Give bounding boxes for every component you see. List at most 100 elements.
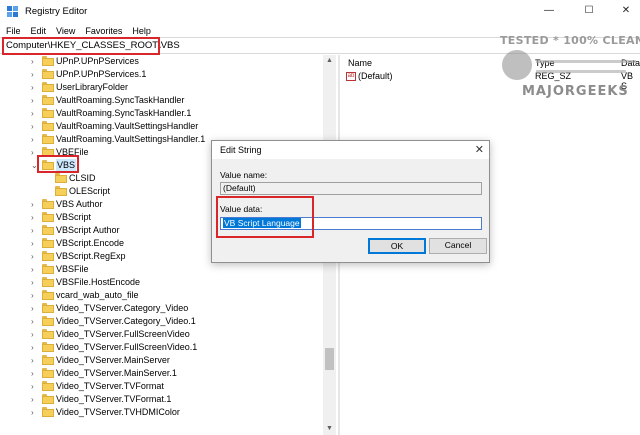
folder-icon [42,303,54,313]
expand-arrow-icon[interactable]: › [31,211,34,224]
expand-arrow-icon[interactable]: › [31,393,34,406]
tree-item-label: Video_TVServer.MainServer [56,355,170,365]
expand-arrow-icon[interactable]: › [31,406,34,419]
window-title: Registry Editor [25,6,88,17]
expand-arrow-icon[interactable]: › [31,341,34,354]
expand-arrow-icon[interactable]: › [31,302,34,315]
majorgeeks-watermark: TESTED * 100% CLEAN MAJORGEEKS [496,24,640,104]
tree-item[interactable]: › Video_TVServer.FullScreenVideo.1 [0,341,322,354]
watermark-seal-icon [502,50,532,80]
collapse-arrow-icon[interactable]: ⌄ [31,159,38,172]
value-row-default[interactable]: ab (Default) [346,71,393,82]
tree-item[interactable]: › VaultRoaming.SyncTaskHandler.1 [0,107,322,120]
tree-item-label: Video_TVServer.TVHDMIColor [56,407,180,417]
dialog-title: Edit String [220,145,262,155]
menu-file[interactable]: File [6,26,21,36]
expand-arrow-icon[interactable]: › [31,237,34,250]
value-data-label: Value data: [220,204,263,214]
value-name: (Default) [358,71,393,81]
close-button[interactable]: ✕ [617,4,635,18]
expand-arrow-icon[interactable]: › [31,68,34,81]
expand-arrow-icon[interactable]: › [31,107,34,120]
tree-item-label: VBSFile [56,264,89,274]
folder-icon [42,381,54,391]
tree-item[interactable]: › VBSFile [0,263,322,276]
tree-item-label: vcard_wab_auto_file [56,290,139,300]
expand-arrow-icon[interactable]: › [31,133,34,146]
tree-item-label: VBS [56,159,77,172]
menu-view[interactable]: View [56,26,75,36]
tree-item[interactable]: › Video_TVServer.MainServer [0,354,322,367]
tree-item-label: UPnP.UPnPServices.1 [56,69,147,79]
menu-edit[interactable]: Edit [31,26,47,36]
expand-arrow-icon[interactable]: › [31,120,34,133]
column-name[interactable]: Name [348,58,372,68]
tree-item[interactable]: › Video_TVServer.TVHDMIColor [0,406,322,419]
watermark-stripe [536,70,626,73]
title-bar: Registry Editor — ☐ ✕ [0,0,640,24]
tree-item[interactable]: › VaultRoaming.VaultSettingsHandler [0,120,322,133]
tree-item[interactable]: › UPnP.UPnPServices.1 [0,68,322,81]
tree-item-label: VBScript [56,212,92,222]
cancel-button[interactable]: Cancel [429,238,487,254]
tree-item[interactable]: › vcard_wab_auto_file [0,289,322,302]
dialog-close-icon[interactable]: ✕ [475,143,484,156]
tree-item[interactable]: › Video_TVServer.TVFormat.1 [0,393,322,406]
tree-item[interactable]: › UserLibraryFolder [0,81,322,94]
expand-arrow-icon[interactable]: › [31,81,34,94]
tree-item[interactable]: › Video_TVServer.Category_Video.1 [0,315,322,328]
folder-icon [42,394,54,404]
tree-item[interactable]: › UPnP.UPnPServices [0,55,322,68]
expand-arrow-icon[interactable]: › [31,289,34,302]
expand-arrow-icon[interactable]: › [31,94,34,107]
value-data-input[interactable]: VB Script Language [220,217,482,230]
tree-item-label: Video_TVServer.TVFormat [56,381,164,391]
edit-string-dialog: Edit String ✕ Value name: (Default) Valu… [211,140,490,263]
folder-icon [42,290,54,300]
tree-item-label: VBS Author [56,199,103,209]
expand-arrow-icon[interactable]: › [31,276,34,289]
expand-arrow-icon[interactable]: › [31,263,34,276]
tree-item[interactable]: › Video_TVServer.MainServer.1 [0,367,322,380]
expand-arrow-icon[interactable]: › [31,367,34,380]
address-path[interactable]: Computer\HKEY_CLASSES_ROOT\VBS [6,40,180,51]
folder-icon [42,108,54,118]
tree-item-label: UPnP.UPnPServices [56,56,139,66]
folder-icon [42,342,54,352]
tree-item[interactable]: › VBSFile.HostEncode [0,276,322,289]
folder-icon [55,186,67,196]
expand-arrow-icon[interactable]: › [31,328,34,341]
expand-arrow-icon[interactable]: › [31,224,34,237]
tree-item-label: CLSID [69,173,96,183]
expand-arrow-icon[interactable]: › [31,250,34,263]
tree-item-label: Video_TVServer.MainServer.1 [56,368,177,378]
menu-help[interactable]: Help [132,26,151,36]
expand-arrow-icon[interactable]: › [31,198,34,211]
expand-arrow-icon[interactable]: › [31,55,34,68]
scroll-down-icon[interactable]: ▼ [323,423,336,435]
tree-item[interactable]: › Video_TVServer.Category_Video [0,302,322,315]
tree-item-label: VaultRoaming.SyncTaskHandler.1 [56,108,192,118]
tree-item[interactable]: › Video_TVServer.TVFormat [0,380,322,393]
expand-arrow-icon[interactable]: › [31,146,34,159]
tree-item[interactable]: › VaultRoaming.SyncTaskHandler [0,94,322,107]
tree-item[interactable]: › Video_TVServer.FullScreenVideo [0,328,322,341]
maximize-button[interactable]: ☐ [580,4,598,18]
minimize-button[interactable]: — [540,4,558,18]
expand-arrow-icon[interactable]: › [31,380,34,393]
folder-icon [55,173,67,183]
expand-arrow-icon[interactable]: › [31,354,34,367]
scroll-thumb[interactable] [325,348,334,370]
ok-button[interactable]: OK [368,238,426,254]
menu-favorites[interactable]: Favorites [85,26,122,36]
scroll-up-icon[interactable]: ▲ [323,55,336,67]
dialog-title-bar: Edit String ✕ [212,141,489,159]
expand-arrow-icon[interactable]: › [31,315,34,328]
value-name-label: Value name: [220,170,268,180]
folder-icon [42,134,54,144]
folder-icon [42,329,54,339]
folder-icon [42,407,54,417]
folder-icon [42,160,54,170]
tree-item-label: Video_TVServer.Category_Video [56,303,189,313]
folder-icon [42,199,54,209]
